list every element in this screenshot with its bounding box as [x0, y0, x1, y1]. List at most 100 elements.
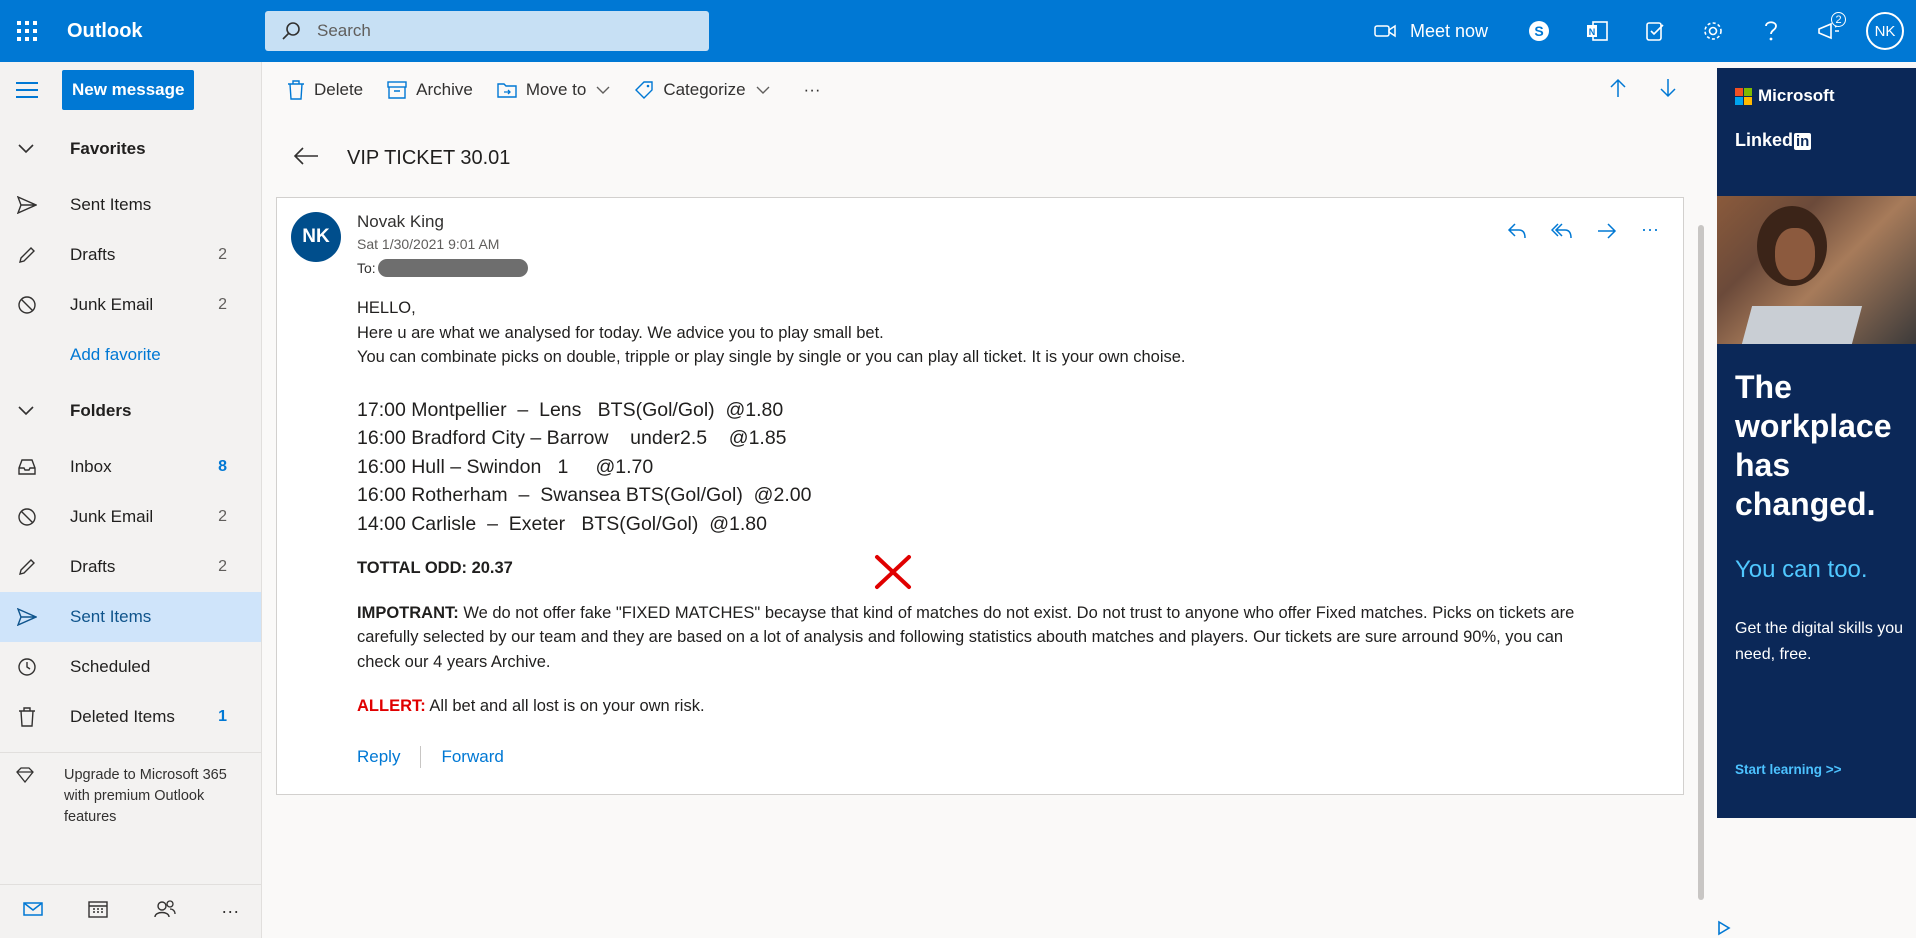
body-line-2: You can combinate picks on double, tripp… — [357, 348, 1186, 366]
svg-text:N: N — [1589, 27, 1596, 37]
message-subject: VIP TICKET 30.01 — [347, 146, 511, 169]
pencil-icon — [16, 244, 38, 266]
help-icon — [1765, 21, 1777, 41]
new-message-button[interactable]: New message — [62, 70, 195, 110]
nav-item-count: 2 — [218, 296, 227, 313]
arrow-up-icon[interactable] — [1609, 78, 1627, 103]
module-switcher: ··· — [0, 884, 262, 938]
account-avatar[interactable]: NK — [1866, 12, 1904, 50]
body-line-1: Here u are what we analysed for today. W… — [357, 323, 884, 342]
reply-button[interactable]: Reply — [357, 747, 400, 767]
notification-badge: 2 — [1831, 12, 1846, 27]
microsoft-brand: Microsoft — [1717, 68, 1916, 106]
whats-new-button[interactable]: 2 — [1800, 0, 1858, 62]
greeting: HELLO, — [357, 299, 416, 317]
arrow-down-icon[interactable] — [1659, 78, 1677, 103]
calendar-icon[interactable] — [88, 900, 108, 923]
folder-pane: New message Favorites Sent Items Drafts … — [0, 62, 262, 938]
my-day-button[interactable] — [1626, 0, 1684, 62]
inbox-icon — [16, 456, 38, 478]
pick-row: 16:00 Hull – Swindon 1 @1.70 — [357, 455, 654, 478]
tag-icon — [634, 80, 654, 100]
mail-icon[interactable] — [23, 902, 43, 921]
divider — [420, 746, 422, 768]
sender-avatar[interactable]: NK — [291, 212, 341, 262]
important-label: IMPOTRANT: — [357, 603, 459, 622]
send-icon — [16, 194, 38, 216]
message-date: Sat 1/30/2021 9:01 AM — [357, 236, 500, 252]
search-box[interactable]: Search — [265, 11, 709, 51]
categorize-button[interactable]: Categorize — [634, 80, 770, 100]
advertisement[interactable]: Microsoft Linked in The workplace has cha… — [1717, 68, 1916, 818]
more-options-icon[interactable]: ··· — [1641, 220, 1659, 245]
reply-all-icon[interactable] — [1550, 222, 1573, 245]
scrollbar-thumb[interactable] — [1698, 225, 1704, 900]
favorite-junk-email[interactable]: Junk Email 2 — [0, 280, 261, 330]
to-label: To: — [357, 260, 376, 276]
folder-inbox[interactable]: Inbox 8 — [0, 442, 261, 492]
nav-item-count: 2 — [218, 508, 227, 525]
allert-label: ALLERT: — [357, 697, 426, 715]
nav-item-label: Drafts — [70, 557, 116, 576]
ad-copy: Get the digital skills you need, free. — [1735, 620, 1904, 663]
total-odd: TOTTAL ODD: 20.37 — [357, 559, 513, 577]
nav-item-count: 2 — [218, 246, 227, 263]
forward-icon[interactable] — [1597, 222, 1617, 245]
pick-row: 17:00 Montpellier – Lens BTS(Gol/Gol) @1… — [357, 398, 784, 421]
back-arrow-icon[interactable] — [293, 146, 319, 171]
adchoices-icon[interactable] — [1716, 920, 1732, 938]
app-launcher-button[interactable] — [0, 0, 54, 62]
teams-button[interactable]: N — [1568, 0, 1626, 62]
folder-scheduled[interactable]: Scheduled — [0, 642, 261, 692]
allert-text: All bet and all lost is on your own risk… — [425, 697, 705, 715]
folder-deleted-items[interactable]: Deleted Items 1 — [0, 692, 261, 742]
people-icon[interactable] — [154, 900, 176, 923]
meet-now-button[interactable]: Meet now — [1374, 21, 1488, 42]
favorite-drafts[interactable]: Drafts 2 — [0, 230, 261, 280]
red-x-icon — [873, 554, 913, 595]
clipboard-check-icon — [1646, 22, 1664, 41]
linkedin-in-logo: in — [1794, 133, 1812, 150]
favorite-sent-items[interactable]: Sent Items — [0, 180, 261, 230]
hamburger-icon[interactable] — [16, 82, 38, 98]
blocked-icon — [16, 294, 38, 316]
ad-headline: The workplace has changed. — [1735, 369, 1892, 522]
folder-junk-email[interactable]: Junk Email 2 — [0, 492, 261, 542]
ad-cta-link[interactable]: Start learning >> — [1735, 762, 1842, 777]
nav-item-label: Deleted Items — [70, 707, 175, 726]
sender-name[interactable]: Novak King — [357, 212, 444, 232]
settings-button[interactable] — [1684, 0, 1742, 62]
move-folder-icon — [497, 82, 517, 98]
forward-button[interactable]: Forward — [441, 747, 503, 767]
folders-header[interactable]: Folders — [0, 380, 261, 442]
app-name[interactable]: Outlook — [54, 20, 265, 43]
upgrade-banner[interactable]: Upgrade to Microsoft 365 with premium Ou… — [0, 752, 261, 840]
archive-button[interactable]: Archive — [387, 80, 473, 100]
skype-icon: S — [1529, 21, 1549, 41]
chevron-down-icon — [18, 401, 52, 421]
clock-icon — [16, 656, 38, 678]
archive-icon — [387, 81, 407, 99]
more-actions-button[interactable]: ··· — [804, 80, 821, 100]
favorites-header[interactable]: Favorites — [0, 118, 261, 180]
delete-button[interactable]: Delete — [287, 80, 363, 100]
categorize-label: Categorize — [663, 80, 746, 99]
important-text: We do not offer fake "FIXED MATCHES" bec… — [357, 603, 1575, 671]
office-icon: N — [1587, 21, 1608, 41]
more-apps-icon[interactable]: ··· — [221, 901, 239, 922]
folder-drafts[interactable]: Drafts 2 — [0, 542, 261, 592]
subject-row: VIP TICKET 30.01 — [263, 118, 1717, 198]
folders-label: Folders — [70, 401, 132, 420]
gear-icon — [1704, 22, 1722, 40]
add-favorite-link[interactable]: Add favorite — [0, 330, 261, 380]
ad-subheadline: You can too. — [1735, 556, 1868, 583]
nav-item-label: Drafts — [70, 245, 116, 264]
help-button[interactable] — [1742, 0, 1800, 62]
linkedin-brand: Linked in — [1717, 106, 1916, 151]
move-to-button[interactable]: Move to — [497, 80, 610, 100]
reply-icon[interactable] — [1507, 222, 1527, 245]
nav-item-label: Junk Email — [70, 507, 154, 526]
folder-sent-items[interactable]: Sent Items — [0, 592, 261, 642]
meet-now-label: Meet now — [1409, 20, 1488, 41]
skype-button[interactable]: S — [1510, 0, 1568, 62]
